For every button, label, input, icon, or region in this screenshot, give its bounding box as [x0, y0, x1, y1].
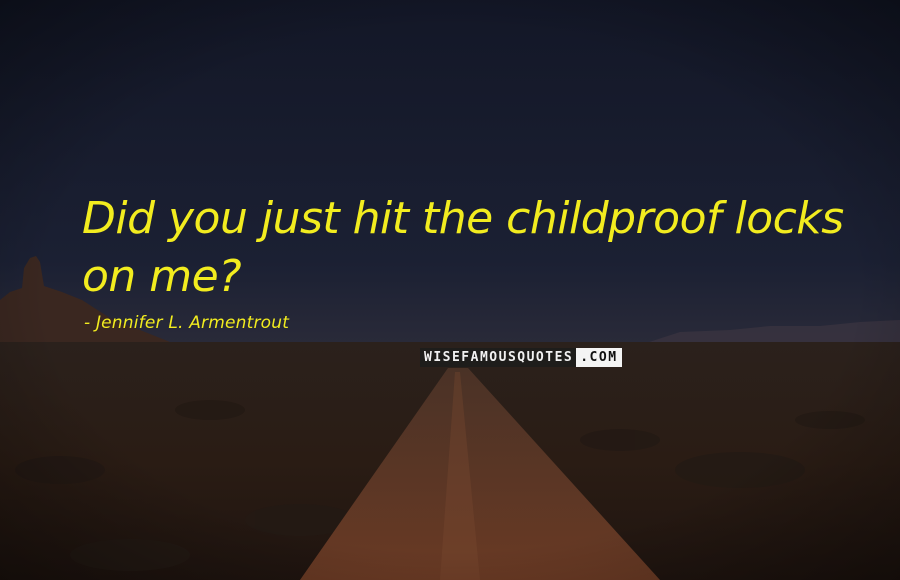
site-watermark: WISEFAMOUSQUOTES .COM	[420, 348, 622, 367]
watermark-main: WISEFAMOUSQUOTES	[420, 348, 577, 367]
quote-author: - Jennifer L. Armentrout	[84, 313, 290, 333]
quote-image: Did you just hit the childproof locks on…	[0, 0, 900, 580]
quote-text: Did you just hit the childproof locks on…	[82, 193, 844, 302]
watermark-tld: .COM	[576, 348, 622, 367]
